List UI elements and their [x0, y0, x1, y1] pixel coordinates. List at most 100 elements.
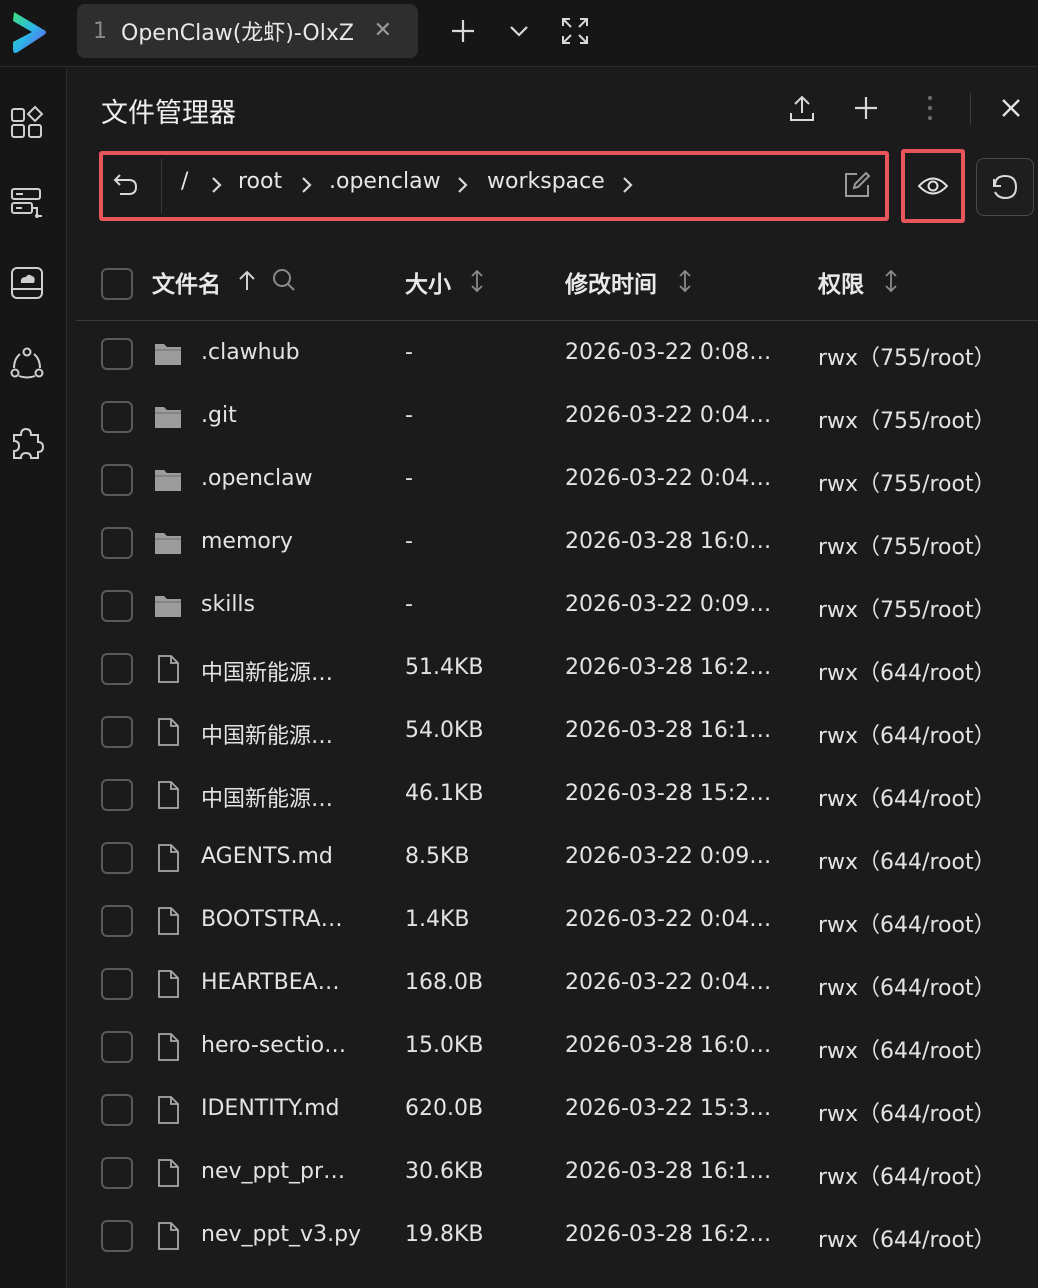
sort-ascending-arrow-icon[interactable]: [238, 268, 256, 294]
go-back-icon[interactable]: [113, 171, 139, 197]
plugin-puzzle-icon[interactable]: [9, 425, 45, 461]
file-name[interactable]: 中国新能源…: [201, 718, 333, 750]
tab-dropdown-chevron-icon[interactable]: [504, 16, 534, 46]
session-tab[interactable]: 1 OpenClaw(龙虾)-OlxZ ✕: [77, 4, 418, 58]
file-row[interactable]: nev_ppt_pr… 30.6KB 2026-03-28 16:1… rwx（644…: [76, 1142, 1038, 1205]
create-new-plus-icon[interactable]: [851, 93, 881, 123]
file-name[interactable]: HEARTBEA…: [201, 970, 340, 995]
upload-icon[interactable]: [787, 93, 817, 123]
apps-grid-icon[interactable]: [9, 105, 45, 141]
row-checkbox[interactable]: [101, 1157, 133, 1189]
file-permissions: rwx（644/root）: [818, 724, 996, 749]
row-checkbox[interactable]: [101, 779, 133, 811]
fullscreen-icon[interactable]: [560, 16, 590, 46]
breadcrumb-segment[interactable]: root: [238, 169, 282, 194]
sort-both-icon[interactable]: [468, 268, 486, 294]
refresh-button[interactable]: [976, 158, 1034, 216]
breadcrumb-root-slash[interactable]: /: [181, 169, 188, 194]
file-row[interactable]: 中国新能源… 46.1KB 2026-03-28 15:2… rwx（644/root…: [76, 764, 1038, 827]
file-size: -: [405, 529, 413, 554]
column-header-permissions[interactable]: 权限: [818, 265, 864, 299]
tab-number: 1: [93, 18, 107, 44]
folder-row[interactable]: memory - 2026-03-28 16:0… rwx（755/root）: [76, 512, 1038, 575]
file-manager-panel: 文件管理器 / root .openclaw workspace 文件名 大小 …: [67, 67, 1038, 1288]
server-network-icon[interactable]: [9, 185, 45, 221]
search-icon[interactable]: [272, 267, 296, 293]
row-checkbox[interactable]: [101, 338, 133, 370]
row-checkbox[interactable]: [101, 590, 133, 622]
folder-row[interactable]: .clawhub - 2026-03-22 0:08… rwx（755/root）: [76, 323, 1038, 386]
file-icon: [158, 907, 179, 935]
select-all-checkbox[interactable]: [101, 268, 133, 300]
tab-title: OpenClaw(龙虾)-OlxZ: [121, 21, 354, 46]
file-icon: [158, 1159, 179, 1187]
row-checkbox[interactable]: [101, 653, 133, 685]
chevron-right-icon: [302, 177, 312, 193]
column-header-size[interactable]: 大小: [405, 265, 451, 299]
file-row[interactable]: 中国新能源… 54.0KB 2026-03-28 16:1… rwx（644/root…: [76, 701, 1038, 764]
chevron-right-icon: [623, 177, 633, 193]
show-hidden-files-toggle[interactable]: [901, 149, 965, 223]
file-modified: 2026-03-28 16:1…: [565, 1159, 772, 1184]
row-checkbox[interactable]: [101, 968, 133, 1000]
row-checkbox[interactable]: [101, 401, 133, 433]
row-checkbox[interactable]: [101, 1220, 133, 1252]
close-panel-icon[interactable]: [998, 95, 1024, 121]
folder-row[interactable]: .openclaw - 2026-03-22 0:04… rwx（755/root）: [76, 449, 1038, 512]
file-name[interactable]: nev_ppt_pr…: [201, 1159, 345, 1184]
row-checkbox[interactable]: [101, 905, 133, 937]
file-name[interactable]: .clawhub: [201, 340, 300, 365]
breadcrumb-segment[interactable]: workspace: [487, 169, 605, 194]
row-checkbox[interactable]: [101, 464, 133, 496]
file-name[interactable]: hero-sectio…: [201, 1033, 346, 1058]
file-modified: 2026-03-22 0:04…: [565, 970, 772, 995]
file-name[interactable]: AGENTS.md: [201, 844, 333, 869]
path-breadcrumb-bar[interactable]: / root .openclaw workspace: [99, 151, 889, 221]
connections-icon[interactable]: [9, 345, 45, 381]
file-row[interactable]: hero-sectio… 15.0KB 2026-03-28 16:0… rwx（64…: [76, 1016, 1038, 1079]
file-name[interactable]: IDENTITY.md: [201, 1096, 340, 1121]
column-header-modified[interactable]: 修改时间: [565, 265, 657, 299]
file-name[interactable]: BOOTSTRA…: [201, 907, 343, 932]
file-name[interactable]: skills: [201, 592, 255, 617]
cloud-drive-icon[interactable]: [9, 265, 45, 301]
file-permissions: rwx（755/root）: [818, 409, 996, 434]
file-permissions: rwx（755/root）: [818, 346, 996, 371]
file-row[interactable]: BOOTSTRA… 1.4KB 2026-03-22 0:04… rwx（644/ro…: [76, 890, 1038, 953]
file-row[interactable]: IDENTITY.md 620.0B 2026-03-22 15:3… rwx（644…: [76, 1079, 1038, 1142]
file-row[interactable]: HEARTBEA… 168.0B 2026-03-22 0:04… rwx（644/r…: [76, 953, 1038, 1016]
file-row[interactable]: 中国新能源… 51.4KB 2026-03-28 16:2… rwx（644/root…: [76, 638, 1038, 701]
row-checkbox[interactable]: [101, 842, 133, 874]
edit-path-icon[interactable]: [843, 171, 871, 199]
row-checkbox[interactable]: [101, 527, 133, 559]
file-name[interactable]: 中国新能源…: [201, 655, 333, 687]
file-name[interactable]: memory: [201, 529, 293, 554]
tab-close-icon[interactable]: ✕: [374, 18, 392, 43]
row-checkbox[interactable]: [101, 1031, 133, 1063]
row-checkbox[interactable]: [101, 716, 133, 748]
file-size: 168.0B: [405, 970, 484, 995]
sort-both-icon[interactable]: [882, 268, 900, 294]
file-icon: [158, 970, 179, 998]
file-row[interactable]: AGENTS.md 8.5KB 2026-03-22 0:09… rwx（644/ro…: [76, 827, 1038, 890]
new-tab-plus-icon[interactable]: [448, 16, 478, 46]
file-icon: [158, 1033, 179, 1061]
chevron-right-icon: [212, 177, 222, 193]
more-options-icon[interactable]: [915, 93, 945, 123]
file-name[interactable]: 中国新能源…: [201, 781, 333, 813]
breadcrumb-segment[interactable]: .openclaw: [329, 169, 441, 194]
file-permissions: rwx（755/root）: [818, 472, 996, 497]
file-row[interactable]: nev_ppt_v3.py 19.8KB 2026-03-28 16:2… rwx（6…: [76, 1205, 1038, 1268]
file-modified: 2026-03-28 16:0…: [565, 1033, 772, 1058]
file-name[interactable]: .git: [201, 403, 237, 428]
sort-both-icon[interactable]: [676, 268, 694, 294]
file-icon: [158, 1096, 179, 1124]
file-name[interactable]: nev_ppt_v3.py: [201, 1222, 361, 1247]
row-checkbox[interactable]: [101, 1094, 133, 1126]
file-modified: 2026-03-22 0:04…: [565, 403, 772, 428]
file-name[interactable]: .openclaw: [201, 466, 313, 491]
column-header-name[interactable]: 文件名: [152, 265, 221, 299]
folder-row[interactable]: skills - 2026-03-22 0:09… rwx（755/root）: [76, 575, 1038, 638]
folder-row[interactable]: .git - 2026-03-22 0:04… rwx（755/root）: [76, 386, 1038, 449]
file-size: 46.1KB: [405, 781, 484, 806]
